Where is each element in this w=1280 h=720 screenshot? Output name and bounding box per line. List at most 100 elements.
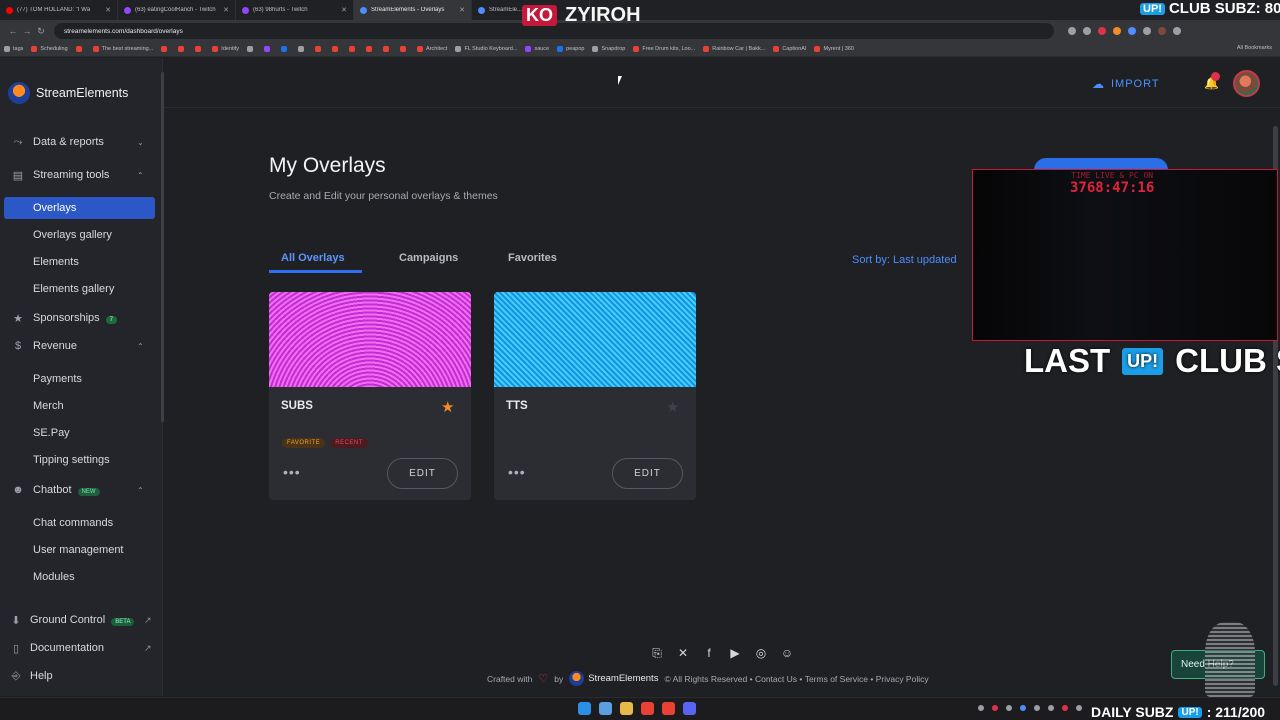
bookmark-item[interactable] bbox=[195, 46, 204, 52]
extensions-puzzle-icon[interactable] bbox=[1143, 27, 1151, 35]
tab-favorites[interactable]: Favorites bbox=[508, 252, 557, 264]
sidebar-item-elements[interactable]: Elements bbox=[0, 251, 158, 273]
tray-icon[interactable] bbox=[1020, 705, 1026, 711]
sidebar-item-chatbot[interactable]: ☻ Chatbot NEW ⌃ bbox=[0, 479, 158, 501]
bookmark-item[interactable] bbox=[332, 46, 341, 52]
bookmark-item[interactable]: Myrent | 360 bbox=[814, 46, 854, 52]
x-icon[interactable]: ✕ bbox=[676, 646, 690, 661]
brand[interactable]: StreamElements bbox=[8, 82, 128, 104]
bookmark-item[interactable]: Rainbow Car | Bakk... bbox=[703, 46, 765, 52]
zoom-icon[interactable] bbox=[1068, 27, 1076, 35]
terms-link[interactable]: Terms of Service bbox=[805, 674, 868, 684]
sidebar-item-tipping-settings[interactable]: Tipping settings bbox=[0, 449, 158, 471]
bookmark-item[interactable] bbox=[247, 46, 256, 52]
tab-all-overlays[interactable]: All Overlays bbox=[281, 252, 345, 264]
tray-icon[interactable] bbox=[992, 705, 998, 711]
discord-icon[interactable] bbox=[683, 702, 696, 715]
bookmark-item[interactable]: FL Studio Keyboard... bbox=[455, 46, 517, 52]
edit-button[interactable]: EDIT bbox=[612, 458, 683, 489]
back-icon[interactable]: ← bbox=[6, 26, 20, 36]
bookmark-item[interactable] bbox=[161, 46, 170, 52]
facebook-icon[interactable]: f bbox=[702, 646, 716, 661]
bookmark-item[interactable]: CaptionAI bbox=[773, 46, 806, 52]
discord-icon[interactable]: ☺ bbox=[780, 646, 794, 661]
bookmark-item[interactable] bbox=[315, 46, 324, 52]
bookmark-item[interactable]: The best streaming... bbox=[92, 46, 153, 52]
chevron-icon[interactable]: ⌃ bbox=[137, 171, 144, 180]
sidebar-item-overlays[interactable]: Overlays bbox=[4, 197, 155, 219]
bookmark-item[interactable] bbox=[383, 46, 392, 52]
sidebar-item-se-pay[interactable]: SE.Pay bbox=[0, 422, 158, 444]
sidebar-item-chat-commands[interactable]: Chat commands bbox=[0, 512, 158, 534]
browser-tab[interactable]: (63) eatingCoolRanch - Twitch ✕ bbox=[118, 0, 236, 20]
browser-tab[interactable]: (77) TOM HOLLAND: "I Wa ✕ bbox=[0, 0, 118, 20]
bookmark-item[interactable] bbox=[366, 46, 375, 52]
extension-icon[interactable] bbox=[1098, 27, 1106, 35]
privacy-link[interactable]: Privacy Policy bbox=[876, 674, 929, 684]
tray-icon[interactable] bbox=[978, 705, 984, 711]
browser-menu-icon[interactable] bbox=[1173, 27, 1181, 35]
close-tab-icon[interactable]: ✕ bbox=[223, 6, 229, 14]
bookmark-item[interactable]: Architect bbox=[417, 46, 447, 52]
overlay-thumbnail[interactable] bbox=[269, 292, 471, 387]
sidebar-item-ground-control[interactable]: ⬇ Ground Control BETA ↗ bbox=[0, 609, 158, 631]
close-tab-icon[interactable]: ✕ bbox=[341, 6, 347, 14]
sidebar-item-streaming-tools[interactable]: ▤ Streaming tools ⌃ bbox=[0, 164, 158, 186]
overlay-card-subs[interactable]: SUBS ★ FAVORITE RECENT ••• EDIT bbox=[269, 292, 471, 500]
contact-link[interactable]: Contact Us bbox=[755, 674, 797, 684]
favorite-star-icon[interactable]: ★ bbox=[441, 398, 454, 416]
avatar[interactable] bbox=[1233, 70, 1260, 97]
bookmark-item[interactable]: Snapdrop bbox=[592, 46, 625, 52]
bookmark-item[interactable] bbox=[298, 46, 307, 52]
extension-icon[interactable] bbox=[1113, 27, 1121, 35]
bookmark-item[interactable] bbox=[264, 46, 273, 52]
sidebar-item-help[interactable]: ⎆ Help bbox=[0, 665, 158, 687]
chrome-icon[interactable] bbox=[641, 702, 654, 715]
sort-dropdown[interactable]: Sort by: Last updated bbox=[852, 254, 957, 266]
reload-icon[interactable]: ↻ bbox=[34, 26, 48, 37]
task-view-icon[interactable] bbox=[599, 702, 612, 715]
bookmark-item[interactable]: Identify bbox=[212, 46, 239, 52]
more-options-icon[interactable]: ••• bbox=[283, 464, 301, 480]
edit-button[interactable]: EDIT bbox=[387, 458, 458, 489]
bookmark-item[interactable]: sauce bbox=[525, 46, 549, 52]
sidebar-item-modules[interactable]: Modules bbox=[0, 566, 158, 588]
overlay-thumbnail[interactable] bbox=[494, 292, 696, 387]
forward-icon[interactable]: → bbox=[20, 26, 34, 36]
sidebar-item-overlays-gallery[interactable]: Overlays gallery bbox=[0, 224, 158, 246]
profile-icon[interactable] bbox=[1158, 27, 1166, 35]
file-explorer-icon[interactable] bbox=[620, 702, 633, 715]
sidebar-item-merch[interactable]: Merch bbox=[0, 395, 158, 417]
sidebar-item-payments[interactable]: Payments bbox=[0, 368, 158, 390]
tray-icon[interactable] bbox=[1034, 705, 1040, 711]
twitch-icon[interactable]: ⎘ bbox=[650, 646, 664, 661]
tab-campaigns[interactable]: Campaigns bbox=[399, 252, 458, 264]
instagram-icon[interactable]: ◎ bbox=[754, 646, 768, 661]
close-tab-icon[interactable]: ✕ bbox=[459, 6, 465, 14]
chevron-icon[interactable]: ⌄ bbox=[137, 138, 144, 147]
sidebar-item-elements-gallery[interactable]: Elements gallery bbox=[0, 278, 158, 300]
sidebar-item-user-management[interactable]: User management bbox=[0, 539, 158, 561]
bookmark-item[interactable]: Scheduling bbox=[31, 46, 68, 52]
browser-tab[interactable]: (63) 98hurts - Twitch ✕ bbox=[236, 0, 354, 20]
sidebar-item-revenue[interactable]: $ Revenue ⌃ bbox=[0, 335, 158, 357]
bookmark-item[interactable] bbox=[349, 46, 358, 52]
windows-start-icon[interactable] bbox=[578, 702, 591, 715]
chevron-icon[interactable]: ⌃ bbox=[137, 342, 144, 351]
bookmark-item[interactable] bbox=[75, 46, 85, 52]
import-button[interactable]: ☁ IMPORT bbox=[1092, 77, 1160, 91]
close-tab-icon[interactable]: ✕ bbox=[105, 6, 111, 14]
extension-icon[interactable] bbox=[1128, 27, 1136, 35]
tray-icon[interactable] bbox=[1062, 705, 1068, 711]
sidebar-item-sponsorships[interactable]: ★ Sponsorships 7 bbox=[0, 307, 158, 329]
tray-icon[interactable] bbox=[1076, 705, 1082, 711]
tray-icon[interactable] bbox=[1006, 705, 1012, 711]
favorite-star-icon[interactable]: ★ bbox=[666, 398, 679, 416]
bookmark-item[interactable] bbox=[281, 46, 290, 52]
bookmark-item[interactable]: peapop bbox=[557, 46, 584, 52]
chevron-icon[interactable]: ⌃ bbox=[137, 486, 144, 495]
youtube-icon[interactable]: ▶ bbox=[728, 646, 742, 661]
all-bookmarks[interactable]: All Bookmarks bbox=[1237, 45, 1272, 51]
sidebar-item-data-reports[interactable]: ⤳ Data & reports ⌄ bbox=[0, 131, 158, 153]
bookmark-item[interactable]: Free Drum kits, Loo... bbox=[633, 46, 695, 52]
